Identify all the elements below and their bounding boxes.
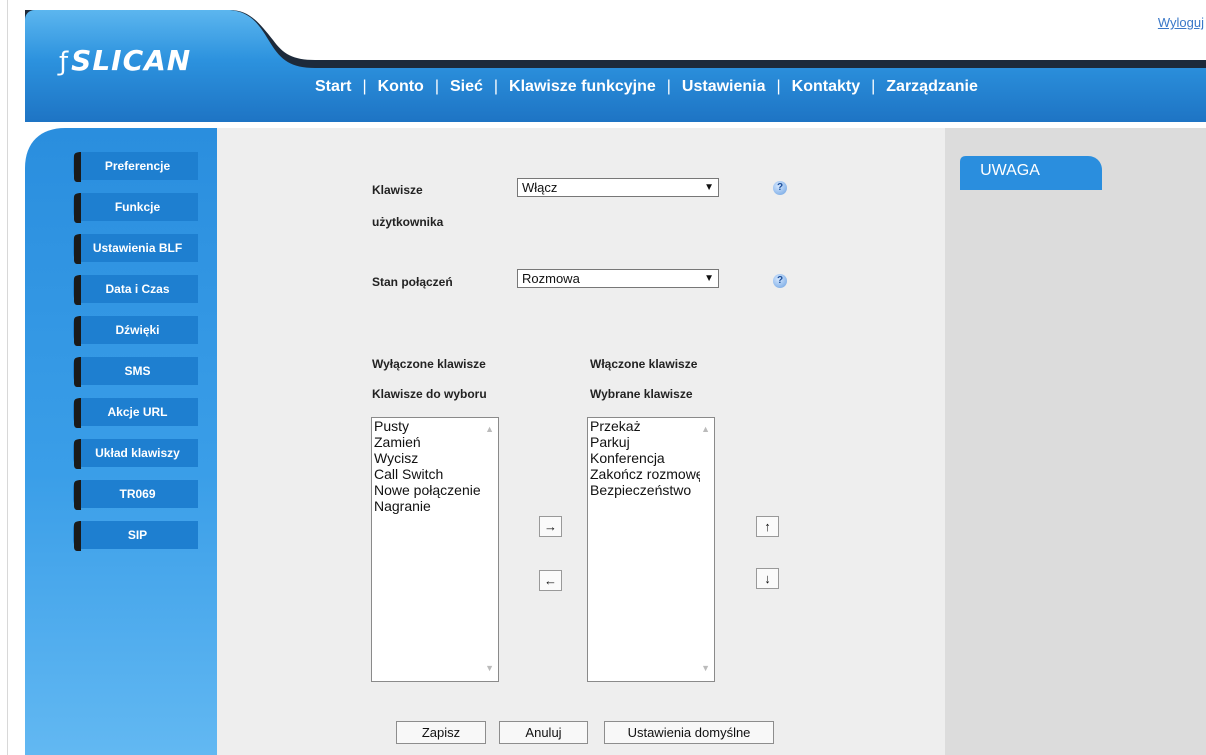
list-item[interactable]: Zakończ rozmowę bbox=[588, 466, 700, 482]
sidebar-item-ustawienia-blf[interactable]: Ustawienia BLF bbox=[73, 232, 198, 264]
top-nav: Start | Konto | Sieć | Klawisze funkcyjn… bbox=[315, 75, 978, 99]
sidebar-item-label: Funkcje bbox=[114, 200, 161, 214]
sidebar-item-tr069[interactable]: TR069 bbox=[73, 478, 198, 510]
nav-separator: | bbox=[871, 78, 876, 95]
chevron-down-icon: ▼ bbox=[704, 182, 714, 193]
slican-logo: ƒSLICAN bbox=[59, 44, 191, 77]
nav-zarzadzanie[interactable]: Zarządzanie bbox=[886, 78, 978, 96]
call-state-label: Stan połączeń bbox=[372, 275, 453, 289]
scroll-up-icon[interactable]: ▲ bbox=[701, 424, 710, 434]
sidebar-item-label: Preferencje bbox=[104, 159, 171, 173]
sidebar-item-data-i-czas[interactable]: Data i Czas bbox=[73, 273, 198, 305]
enabled-keys-title: Włączone klawisze bbox=[590, 357, 698, 371]
defaults-button[interactable]: Ustawienia domyślne bbox=[604, 721, 774, 744]
selected-keys-list[interactable]: Przekaż Parkuj Konferencja Zakończ rozmo… bbox=[587, 417, 715, 682]
move-up-button[interactable]: ↑ bbox=[756, 516, 779, 537]
sidebar-item-funkcje[interactable]: Funkcje bbox=[73, 191, 198, 223]
sidebar-item-uklad-klawiszy[interactable]: Układ klawiszy bbox=[73, 437, 198, 469]
list-item[interactable]: Pusty bbox=[372, 418, 484, 434]
nav-separator: | bbox=[434, 78, 439, 95]
cancel-button[interactable]: Anuluj bbox=[499, 721, 588, 744]
call-state-select-value: Rozmowa bbox=[522, 271, 580, 286]
list-item[interactable]: Zamień bbox=[372, 434, 484, 450]
sidebar-item-dzwieki[interactable]: Dźwięki bbox=[73, 314, 198, 346]
notes-title: UWAGA bbox=[980, 162, 1040, 179]
nav-ustawienia[interactable]: Ustawienia bbox=[682, 78, 766, 96]
nav-kontakty[interactable]: Kontakty bbox=[792, 78, 860, 96]
logo-text: SLICAN bbox=[71, 44, 192, 77]
user-keys-label-line2: użytkownika bbox=[372, 215, 444, 229]
selected-keys-title: Wybrane klawisze bbox=[590, 387, 693, 401]
scroll-down-icon[interactable]: ▼ bbox=[485, 663, 494, 673]
list-item[interactable]: Parkuj bbox=[588, 434, 700, 450]
sidebar-menu: Preferencje Funkcje Ustawienia BLF Data … bbox=[73, 150, 198, 560]
available-keys-title: Klawisze do wyboru bbox=[372, 387, 487, 401]
list-item[interactable]: Call Switch bbox=[372, 466, 484, 482]
sidebar-item-sms[interactable]: SMS bbox=[73, 355, 198, 387]
chevron-down-icon: ▼ bbox=[704, 273, 714, 284]
nav-klawisze-funkcyjne[interactable]: Klawisze funkcyjne bbox=[509, 78, 656, 96]
main-panel bbox=[217, 128, 945, 755]
list-item[interactable]: Bezpieczeństwo bbox=[588, 482, 700, 498]
list-item[interactable]: Nagranie bbox=[372, 498, 484, 514]
sidebar-item-akcje-url[interactable]: Akcje URL bbox=[73, 396, 198, 428]
sidebar-item-label: Dźwięki bbox=[115, 323, 160, 337]
sidebar-item-label: Data i Czas bbox=[105, 282, 170, 296]
move-left-button[interactable]: ← bbox=[539, 570, 562, 591]
header-background bbox=[25, 10, 1206, 122]
call-state-select[interactable]: Rozmowa ▼ bbox=[517, 269, 719, 288]
notes-tab: UWAGA bbox=[960, 156, 1102, 190]
nav-separator: | bbox=[493, 78, 499, 95]
header-bar: ƒSLICAN bbox=[25, 10, 1206, 122]
sidebar-item-label: TR069 bbox=[119, 487, 156, 501]
sidebar-item-label: SIP bbox=[127, 528, 148, 542]
list-item[interactable]: Wycisz bbox=[372, 450, 484, 466]
sidebar-item-preferencje[interactable]: Preferencje bbox=[73, 150, 198, 182]
sidebar-item-label: SMS bbox=[124, 364, 151, 378]
list-item[interactable]: Konferencja bbox=[588, 450, 700, 466]
logo-mark-icon: ƒ bbox=[59, 47, 70, 77]
move-down-button[interactable]: ↓ bbox=[756, 568, 779, 589]
move-right-button[interactable]: → bbox=[539, 516, 562, 537]
notes-panel bbox=[945, 128, 1206, 755]
help-icon[interactable]: ? bbox=[773, 181, 787, 195]
scroll-up-icon[interactable]: ▲ bbox=[485, 424, 494, 434]
list-item[interactable]: Przekaż bbox=[588, 418, 700, 434]
save-button[interactable]: Zapisz bbox=[396, 721, 486, 744]
list-item[interactable]: Nowe połączenie bbox=[372, 482, 484, 498]
nav-siec[interactable]: Sieć bbox=[450, 78, 483, 96]
disabled-keys-title: Wyłączone klawisze bbox=[372, 357, 486, 371]
nav-konto[interactable]: Konto bbox=[378, 78, 424, 96]
help-icon[interactable]: ? bbox=[773, 274, 787, 288]
page-left-border bbox=[7, 0, 8, 755]
scroll-down-icon[interactable]: ▼ bbox=[701, 663, 710, 673]
sidebar-item-label: Układ klawiszy bbox=[95, 446, 180, 460]
nav-separator: | bbox=[362, 78, 367, 95]
nav-separator: | bbox=[666, 78, 671, 95]
sidebar-item-label: Akcje URL bbox=[107, 405, 168, 419]
nav-start[interactable]: Start bbox=[315, 78, 351, 96]
sidebar-item-sip[interactable]: SIP bbox=[73, 519, 198, 551]
nav-separator: | bbox=[776, 78, 781, 95]
user-keys-select[interactable]: Włącz ▼ bbox=[517, 178, 719, 197]
sidebar-item-label: Ustawienia BLF bbox=[92, 241, 183, 255]
available-keys-list[interactable]: Pusty Zamień Wycisz Call Switch Nowe poł… bbox=[371, 417, 499, 682]
user-keys-label: Klawisze bbox=[372, 183, 423, 197]
user-keys-select-value: Włącz bbox=[522, 180, 558, 195]
